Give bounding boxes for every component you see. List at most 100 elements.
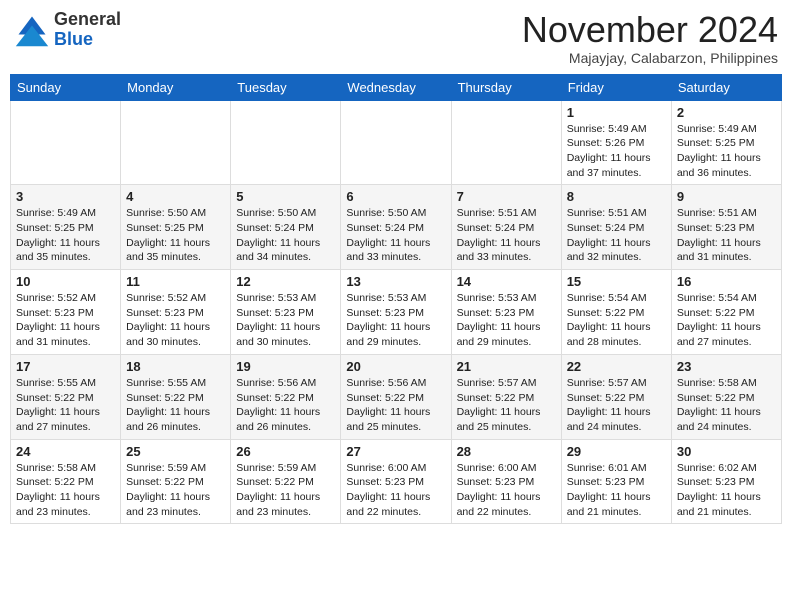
day-number: 6 bbox=[346, 189, 445, 204]
day-number: 25 bbox=[126, 444, 225, 459]
day-number: 10 bbox=[16, 274, 115, 289]
day-info: Sunrise: 5:59 AM Sunset: 5:22 PM Dayligh… bbox=[126, 461, 225, 520]
page-header: General Blue November 2024 Majayjay, Cal… bbox=[10, 10, 782, 66]
logo-general-text: General bbox=[54, 10, 121, 30]
weekday-header-wednesday: Wednesday bbox=[341, 74, 451, 100]
weekday-header-friday: Friday bbox=[561, 74, 671, 100]
calendar-cell: 25 Sunrise: 5:59 AM Sunset: 5:22 PM Dayli… bbox=[121, 439, 231, 524]
calendar-cell bbox=[341, 100, 451, 185]
weekday-header-row: SundayMondayTuesdayWednesdayThursdayFrid… bbox=[11, 74, 782, 100]
day-info: Sunrise: 5:54 AM Sunset: 5:22 PM Dayligh… bbox=[677, 291, 776, 350]
week-row-2: 3 Sunrise: 5:49 AM Sunset: 5:25 PM Daylig… bbox=[11, 185, 782, 270]
calendar-cell: 10Sunrise: 5:52 AM Sunset: 5:23 PM Dayli… bbox=[11, 270, 121, 355]
calendar-cell: 17 Sunrise: 5:55 AM Sunset: 5:22 PM Dayli… bbox=[11, 354, 121, 439]
day-info: Sunrise: 6:00 AM Sunset: 5:23 PM Dayligh… bbox=[457, 461, 556, 520]
day-info: Sunrise: 5:50 AM Sunset: 5:24 PM Dayligh… bbox=[346, 206, 445, 265]
month-title: November 2024 bbox=[522, 10, 778, 50]
day-number: 2 bbox=[677, 105, 776, 120]
day-info: Sunrise: 5:50 AM Sunset: 5:24 PM Dayligh… bbox=[236, 206, 335, 265]
day-number: 29 bbox=[567, 444, 666, 459]
day-info: Sunrise: 5:59 AM Sunset: 5:22 PM Dayligh… bbox=[236, 461, 335, 520]
day-info: Sunrise: 5:49 AM Sunset: 5:25 PM Dayligh… bbox=[16, 206, 115, 265]
calendar-cell: 24 Sunrise: 5:58 AM Sunset: 5:22 PM Dayli… bbox=[11, 439, 121, 524]
calendar-cell: 19 Sunrise: 5:56 AM Sunset: 5:22 PM Dayli… bbox=[231, 354, 341, 439]
day-number: 3 bbox=[16, 189, 115, 204]
day-info: Sunrise: 5:52 AM Sunset: 5:23 PM Dayligh… bbox=[126, 291, 225, 350]
calendar-cell: 8 Sunrise: 5:51 AM Sunset: 5:24 PM Daylig… bbox=[561, 185, 671, 270]
day-info: Sunrise: 5:51 AM Sunset: 5:24 PM Dayligh… bbox=[567, 206, 666, 265]
calendar-cell: 6 Sunrise: 5:50 AM Sunset: 5:24 PM Daylig… bbox=[341, 185, 451, 270]
day-info: Sunrise: 5:58 AM Sunset: 5:22 PM Dayligh… bbox=[16, 461, 115, 520]
day-info: Sunrise: 5:57 AM Sunset: 5:22 PM Dayligh… bbox=[567, 376, 666, 435]
calendar-cell bbox=[451, 100, 561, 185]
day-number: 4 bbox=[126, 189, 225, 204]
week-row-1: 1 Sunrise: 5:49 AM Sunset: 5:26 PM Daylig… bbox=[11, 100, 782, 185]
location: Majayjay, Calabarzon, Philippines bbox=[522, 50, 778, 66]
calendar-cell: 11Sunrise: 5:52 AM Sunset: 5:23 PM Dayli… bbox=[121, 270, 231, 355]
day-number: 26 bbox=[236, 444, 335, 459]
day-info: Sunrise: 5:51 AM Sunset: 5:24 PM Dayligh… bbox=[457, 206, 556, 265]
calendar-cell: 20 Sunrise: 5:56 AM Sunset: 5:22 PM Dayli… bbox=[341, 354, 451, 439]
calendar-cell: 7 Sunrise: 5:51 AM Sunset: 5:24 PM Daylig… bbox=[451, 185, 561, 270]
calendar-cell: 15 Sunrise: 5:54 AM Sunset: 5:22 PM Dayli… bbox=[561, 270, 671, 355]
day-info: Sunrise: 5:54 AM Sunset: 5:22 PM Dayligh… bbox=[567, 291, 666, 350]
logo-blue-text: Blue bbox=[54, 30, 121, 50]
day-info: Sunrise: 6:01 AM Sunset: 5:23 PM Dayligh… bbox=[567, 461, 666, 520]
day-info: Sunrise: 6:02 AM Sunset: 5:23 PM Dayligh… bbox=[677, 461, 776, 520]
day-number: 15 bbox=[567, 274, 666, 289]
day-info: Sunrise: 5:49 AM Sunset: 5:25 PM Dayligh… bbox=[677, 122, 776, 181]
day-info: Sunrise: 5:50 AM Sunset: 5:25 PM Dayligh… bbox=[126, 206, 225, 265]
calendar-cell: 5Sunrise: 5:50 AM Sunset: 5:24 PM Daylig… bbox=[231, 185, 341, 270]
day-info: Sunrise: 5:56 AM Sunset: 5:22 PM Dayligh… bbox=[346, 376, 445, 435]
day-number: 18 bbox=[126, 359, 225, 374]
calendar-cell: 13 Sunrise: 5:53 AM Sunset: 5:23 PM Dayli… bbox=[341, 270, 451, 355]
day-number: 23 bbox=[677, 359, 776, 374]
weekday-header-thursday: Thursday bbox=[451, 74, 561, 100]
calendar-cell: 3 Sunrise: 5:49 AM Sunset: 5:25 PM Daylig… bbox=[11, 185, 121, 270]
calendar-cell bbox=[231, 100, 341, 185]
logo-icon bbox=[14, 12, 50, 48]
day-info: Sunrise: 5:49 AM Sunset: 5:26 PM Dayligh… bbox=[567, 122, 666, 181]
calendar-cell: 26 Sunrise: 5:59 AM Sunset: 5:22 PM Dayli… bbox=[231, 439, 341, 524]
day-number: 13 bbox=[346, 274, 445, 289]
day-info: Sunrise: 6:00 AM Sunset: 5:23 PM Dayligh… bbox=[346, 461, 445, 520]
calendar-cell: 29 Sunrise: 6:01 AM Sunset: 5:23 PM Dayli… bbox=[561, 439, 671, 524]
day-number: 9 bbox=[677, 189, 776, 204]
weekday-header-saturday: Saturday bbox=[671, 74, 781, 100]
day-number: 1 bbox=[567, 105, 666, 120]
logo-text: General Blue bbox=[54, 10, 121, 50]
weekday-header-tuesday: Tuesday bbox=[231, 74, 341, 100]
day-number: 8 bbox=[567, 189, 666, 204]
calendar-cell bbox=[11, 100, 121, 185]
calendar-cell: 27Sunrise: 6:00 AM Sunset: 5:23 PM Dayli… bbox=[341, 439, 451, 524]
calendar-cell: 18 Sunrise: 5:55 AM Sunset: 5:22 PM Dayli… bbox=[121, 354, 231, 439]
logo: General Blue bbox=[14, 10, 121, 50]
calendar-cell: 1 Sunrise: 5:49 AM Sunset: 5:26 PM Daylig… bbox=[561, 100, 671, 185]
day-info: Sunrise: 5:53 AM Sunset: 5:23 PM Dayligh… bbox=[346, 291, 445, 350]
day-info: Sunrise: 5:55 AM Sunset: 5:22 PM Dayligh… bbox=[126, 376, 225, 435]
day-number: 21 bbox=[457, 359, 556, 374]
day-number: 28 bbox=[457, 444, 556, 459]
calendar-cell: 2 Sunrise: 5:49 AM Sunset: 5:25 PM Daylig… bbox=[671, 100, 781, 185]
calendar-cell: 21Sunrise: 5:57 AM Sunset: 5:22 PM Dayli… bbox=[451, 354, 561, 439]
week-row-3: 10 Sunrise: 5:52 AM Sunset: 5:23 PM Dayli… bbox=[11, 270, 782, 355]
day-info: Sunrise: 5:55 AM Sunset: 5:22 PM Dayligh… bbox=[16, 376, 115, 435]
calendar-cell: 4 Sunrise: 5:50 AM Sunset: 5:25 PM Daylig… bbox=[121, 185, 231, 270]
day-number: 17 bbox=[16, 359, 115, 374]
week-row-4: 17 Sunrise: 5:55 AM Sunset: 5:22 PM Dayli… bbox=[11, 354, 782, 439]
day-number: 12 bbox=[236, 274, 335, 289]
day-number: 19 bbox=[236, 359, 335, 374]
day-number: 22 bbox=[567, 359, 666, 374]
title-block: November 2024 Majayjay, Calabarzon, Phil… bbox=[522, 10, 778, 66]
day-number: 20 bbox=[346, 359, 445, 374]
day-info: Sunrise: 5:58 AM Sunset: 5:22 PM Dayligh… bbox=[677, 376, 776, 435]
calendar-cell: 28 Sunrise: 6:00 AM Sunset: 5:23 PM Dayli… bbox=[451, 439, 561, 524]
day-info: Sunrise: 5:56 AM Sunset: 5:22 PM Dayligh… bbox=[236, 376, 335, 435]
day-info: Sunrise: 5:53 AM Sunset: 5:23 PM Dayligh… bbox=[457, 291, 556, 350]
calendar-cell: 9Sunrise: 5:51 AM Sunset: 5:23 PM Daylig… bbox=[671, 185, 781, 270]
calendar-cell bbox=[121, 100, 231, 185]
day-number: 24 bbox=[16, 444, 115, 459]
day-number: 7 bbox=[457, 189, 556, 204]
calendar-cell: 23 Sunrise: 5:58 AM Sunset: 5:22 PM Dayli… bbox=[671, 354, 781, 439]
day-number: 14 bbox=[457, 274, 556, 289]
